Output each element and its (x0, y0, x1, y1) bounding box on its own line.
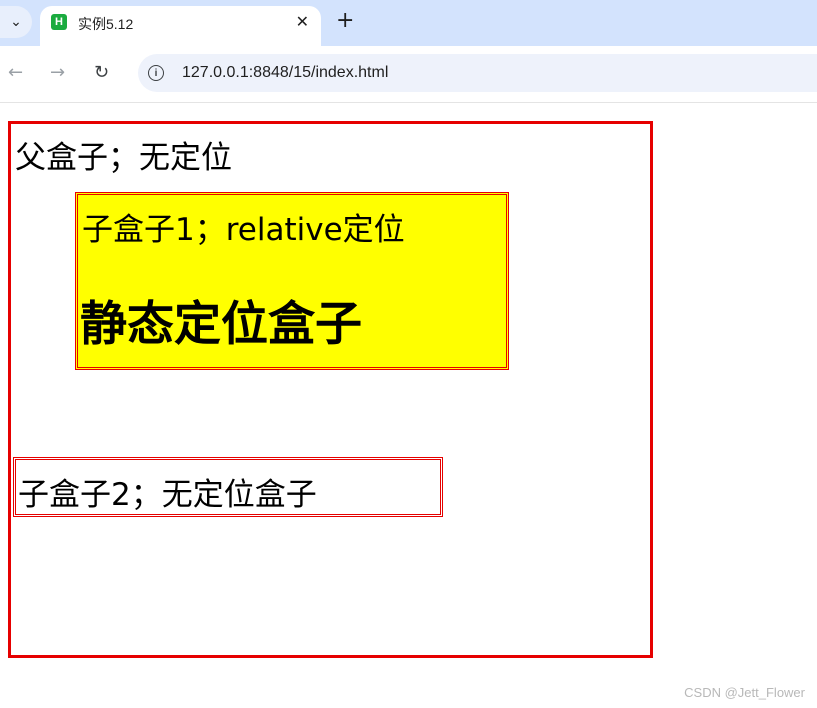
child-box-2-label: 子盒子2；无定位盒子 (18, 477, 317, 513)
child-box-1: 子盒子1；relative定位 静态定位盒子 (75, 192, 509, 370)
new-tab-button[interactable]: + (336, 10, 354, 32)
page-content: 父盒子；无定位 子盒子1；relative定位 静态定位盒子 子盒子2；无定位盒… (0, 103, 817, 708)
child-box-2: 子盒子2；无定位盒子 (13, 457, 443, 517)
chevron-down-icon: ⌄ (10, 14, 22, 30)
address-bar[interactable]: i 127.0.0.1:8848/15/index.html (138, 54, 817, 92)
close-tab-icon[interactable]: ✕ (296, 12, 309, 31)
site-info-icon[interactable]: i (148, 65, 164, 81)
child-box-1-label: 子盒子1；relative定位 (82, 212, 405, 248)
csdn-watermark: CSDN @Jett_Flower (684, 685, 805, 700)
father-box-label: 父盒子；无定位 (15, 140, 232, 176)
tab-search-button[interactable]: ⌄ (0, 6, 32, 38)
tab-title: 实例5.12 (78, 16, 134, 32)
reload-icon[interactable]: ↻ (94, 62, 109, 84)
forward-arrow-icon[interactable]: → (50, 62, 65, 84)
browser-toolbar: ← → ↻ i 127.0.0.1:8848/15/index.html (0, 46, 817, 103)
url-text[interactable]: 127.0.0.1:8848/15/index.html (182, 64, 388, 82)
browser-tab[interactable]: H 实例5.12 ✕ (40, 6, 321, 46)
father-box: 父盒子；无定位 子盒子1；relative定位 静态定位盒子 子盒子2；无定位盒… (8, 121, 653, 658)
child-box-1-heading: 静态定位盒子 (80, 297, 362, 352)
hbuilder-favicon-icon: H (51, 14, 67, 30)
back-arrow-icon[interactable]: ← (8, 62, 23, 84)
browser-tab-bar: ⌄ H 实例5.12 ✕ + (0, 0, 817, 46)
